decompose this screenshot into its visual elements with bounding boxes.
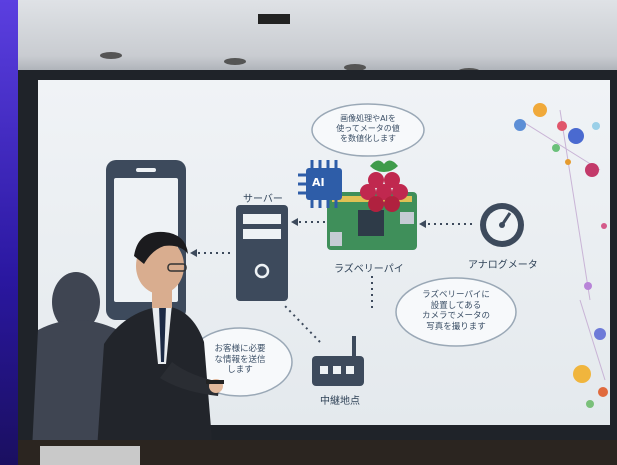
server-label: サーバー	[243, 194, 283, 205]
relay-router-icon	[312, 336, 364, 386]
relay-label: 中継地点	[320, 396, 360, 407]
analog-meter-label: アナログメータ	[468, 260, 538, 271]
slide-graphics	[18, 103, 617, 465]
arrow-relay-to-server	[283, 304, 321, 343]
bubble-right-text: ラズベリーパイに 設置してある カメラでメータの 写真を撮ります	[421, 290, 490, 332]
bubble-left-text: お客様に必要 な情報を送信 します	[214, 344, 266, 376]
raspberry-pi-label: ラズベリーパイ	[334, 264, 404, 275]
ai-chip-label: AI	[312, 176, 325, 189]
photo-scene: 画像処理やAIを 使ってメータの値 を数値化します サーバー AI ラズベリーパ…	[0, 0, 617, 465]
bubble-top-text: 画像処理やAIを 使ってメータの値 を数値化します	[336, 114, 400, 143]
server-icon	[236, 205, 288, 301]
analog-meter-icon	[480, 203, 524, 247]
